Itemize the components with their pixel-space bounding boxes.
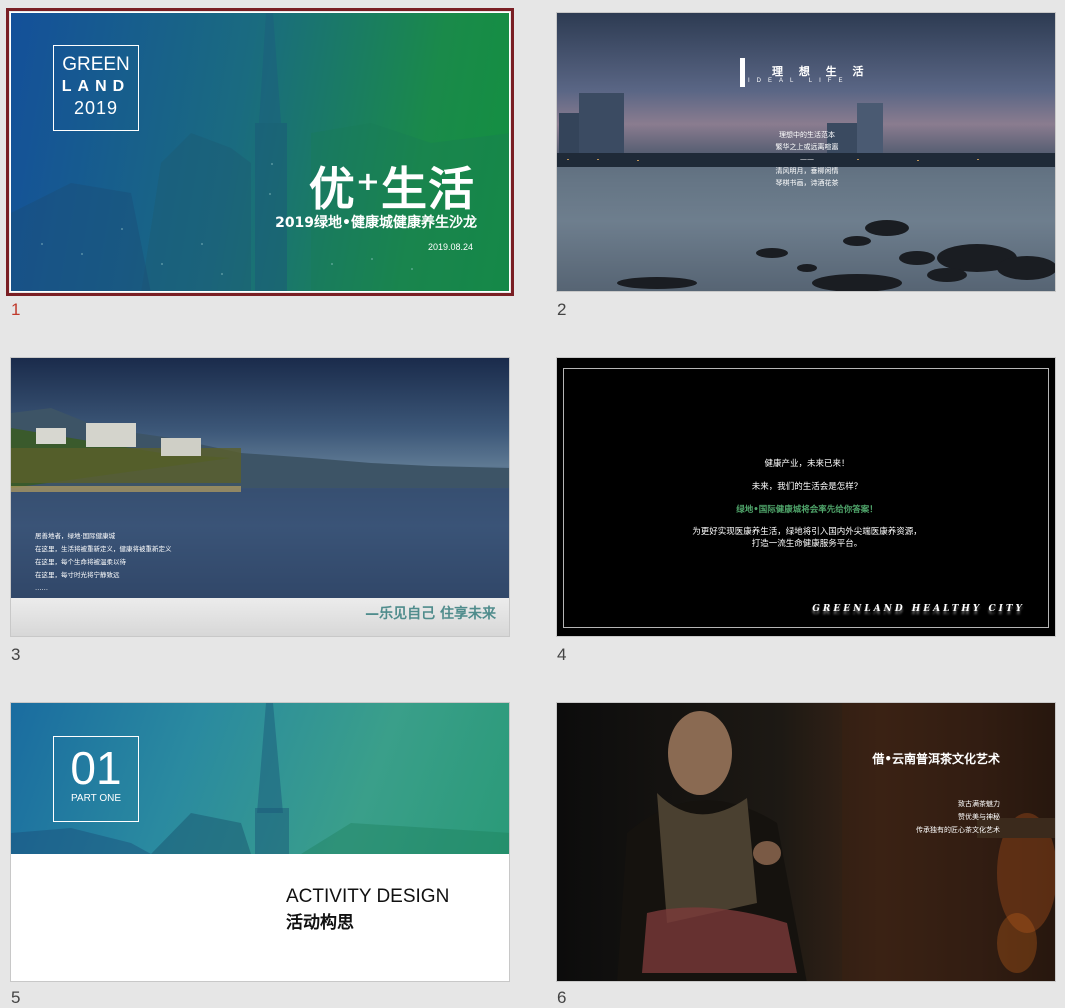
body-line-highlight: 绿地•国际健康城将会率先给你答案！ [736,505,878,515]
slide-subtitle: 2019绿地•健康城健康养生沙龙 [275,215,477,231]
slide-title: 借•云南普洱茶文化艺术 [872,752,1000,766]
section-title-en: ACTIVITY DESIGN [286,886,450,907]
section-number: 01 [70,742,122,794]
body-line: —— [800,155,814,163]
body-line-part: 打造一流生命健康服务平台。 [751,539,863,549]
body-line: 在这里，每个生命将被温柔以待 [35,558,126,566]
logo-line-year: 2019 [73,98,119,118]
body-line: 为更好实现医康养生活，绿地将引入国内外尖端医康养资源， 打造一流生命健康服务平台… [557,526,1055,550]
slide-number-2: 2 [557,300,567,319]
body-line: 未来，我们的生活会是怎样？ [751,482,863,492]
slide-title: 优⁺生活 [308,162,475,216]
slide-body-text: 致古满茶魅力 赞优美与神秘 传承独有的匠心茶文化艺术 [916,798,1000,837]
slide-date: 2019.08.24 [427,242,473,252]
body-line: …… [35,584,48,592]
section-number-box: 01 PART ONE [53,736,139,822]
logo-line-green: GREEN [62,54,130,75]
slide-body-text: 健康产业，未来已来！ 未来，我们的生活会是怎样？ 绿地•国际健康城将会率先给你答… [557,457,1055,561]
body-line: 在这里，生活将被重新定义，健康将被重新定义 [35,545,172,553]
slide-thumbnail-6[interactable]: 借•云南普洱茶文化艺术 致古满茶魅力 赞优美与神秘 传承独有的匠心茶文化艺术 [556,702,1056,982]
slide-thumbnail-3[interactable]: 居善地者，绿地·国际健康城 在这里，生活将被重新定义，健康将被重新定义 在这里，… [10,357,510,637]
body-line: 传承独有的匠心茶文化艺术 [916,826,1000,834]
logo-line-land: LAND [61,78,131,95]
logo-box: GREEN LAND 2019 [53,45,139,131]
slide-thumbnail-2[interactable]: 理 想 生 活 IDEAL LIFE 理想中的生活范本 繁华之上或远离喧嚣 ——… [556,12,1056,292]
section-label: PART ONE [70,793,121,804]
tea-master-portrait-image [617,703,1055,981]
body-line: 在这里，每寸时光将宁静致远 [35,571,120,579]
slide-thumbnail-4[interactable]: 健康产业，未来已来！ 未来，我们的生活会是怎样？ 绿地•国际健康城将会率先给你答… [556,357,1056,637]
slide-title: 理 想 生 活 [772,65,870,78]
body-line: 致古满茶魅力 [958,800,1000,808]
slide-number-4: 4 [557,645,567,664]
body-line: 赞优美与神秘 [958,813,1000,821]
slide-slogan: —乐见自己 住享未来 [365,606,496,622]
brand-signature: GREENLAND HEALTHY CITY [812,604,1025,614]
slide-number-5: 5 [11,988,21,1007]
slide-thumbnail-5[interactable]: 01 PART ONE ACTIVITY DESIGN 活动构思 [10,702,510,982]
slide-title-en: IDEAL LIFE [748,78,850,84]
slide-number-1: 1 [11,300,21,319]
slide-body-text: 居善地者，绿地·国际健康城 在这里，生活将被重新定义，健康将被重新定义 在这里，… [35,530,172,595]
slide-number-6: 6 [557,988,567,1007]
body-line: 健康产业，未来已来！ [764,459,850,469]
title-bar-accent [740,58,745,87]
body-line: 理想中的生活范本 [779,131,835,139]
body-line-part: 为更好实现医康养生活，绿地将引入国内外尖端医康养资源， [692,527,922,537]
body-line: 居善地者，绿地·国际健康城 [35,532,116,540]
slide-number-3: 3 [11,645,21,664]
body-line: 清风明月，垂柳闲情 [775,167,839,175]
slide-body-text: 理想中的生活范本 繁华之上或远离喧嚣 —— 清风明月，垂柳闲情 琴棋书画，诗酒花… [557,129,1055,189]
body-line: 繁华之上或远离喧嚣 [775,143,839,151]
slide-thumbnail-1[interactable]: GREEN LAND 2019 优⁺生活 2019绿地•健康城健康养生沙龙 20… [6,8,514,296]
body-line: 琴棋书画，诗酒花茶 [775,179,839,187]
section-title-cn: 活动构思 [286,913,354,933]
